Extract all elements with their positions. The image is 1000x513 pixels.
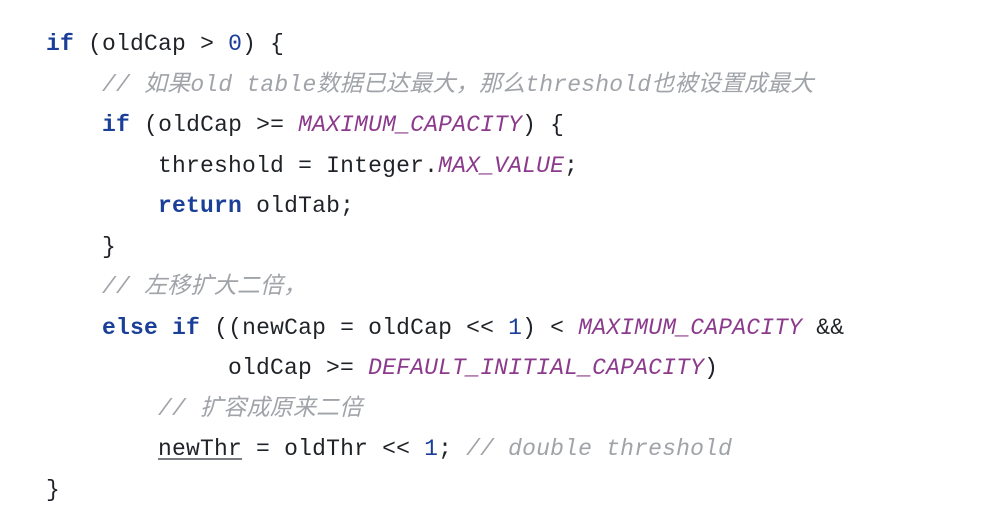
code-token: // 扩容成原来二倍 <box>158 396 362 422</box>
code-token: // 如果old table数据已达最大，那么threshold也被设置成最大 <box>102 72 814 98</box>
code-token: = <box>326 315 368 341</box>
code-token: ( <box>88 31 102 57</box>
code-token: << <box>452 315 508 341</box>
code-token: { <box>256 31 284 57</box>
code-token: = <box>242 436 284 462</box>
code-token: << <box>368 436 424 462</box>
code-line: newThr = oldThr << 1; // double threshol… <box>46 436 732 462</box>
code-token: if <box>102 112 130 138</box>
code-token: = <box>284 153 326 179</box>
code-token: Integer <box>326 153 424 179</box>
code-token: oldCap <box>368 315 452 341</box>
code-line: if (oldCap > 0) { <box>46 31 284 57</box>
code-token: ; <box>564 153 578 179</box>
code-token: // 左移扩大二倍， <box>102 274 306 300</box>
code-token: && <box>802 315 844 341</box>
code-token: threshold <box>158 153 284 179</box>
code-token: // double threshold <box>466 436 732 462</box>
code-line: } <box>46 234 116 260</box>
code-token: } <box>102 234 116 260</box>
code-line: oldCap >= DEFAULT_INITIAL_CAPACITY) <box>46 355 718 381</box>
code-line: if (oldCap >= MAXIMUM_CAPACITY) { <box>46 112 564 138</box>
code-token: 0 <box>228 31 242 57</box>
code-token: >= <box>312 355 368 381</box>
code-token: newThr <box>158 436 242 462</box>
code-token: MAXIMUM_CAPACITY <box>298 112 522 138</box>
code-token: else if <box>102 315 200 341</box>
code-token: if <box>46 31 74 57</box>
code-token: newCap <box>242 315 326 341</box>
code-token <box>242 193 256 219</box>
code-token: ) <box>704 355 718 381</box>
code-line: return oldTab; <box>46 193 354 219</box>
code-line: // 扩容成原来二倍 <box>46 396 362 422</box>
code-token: < <box>536 315 578 341</box>
code-block: if (oldCap > 0) { // 如果old table数据已达最大，那… <box>0 0 1000 510</box>
code-token: DEFAULT_INITIAL_CAPACITY <box>368 355 704 381</box>
code-token: >= <box>242 112 298 138</box>
code-token <box>130 112 144 138</box>
code-token: 1 <box>508 315 522 341</box>
code-token: ; <box>438 436 466 462</box>
code-token: { <box>536 112 564 138</box>
code-line: // 如果old table数据已达最大，那么threshold也被设置成最大 <box>46 72 814 98</box>
code-token: ) <box>242 31 256 57</box>
code-token: oldCap <box>228 355 312 381</box>
code-token: MAXIMUM_CAPACITY <box>578 315 802 341</box>
code-token: ( <box>144 112 158 138</box>
code-token: MAX_VALUE <box>438 153 564 179</box>
code-token: oldThr <box>284 436 368 462</box>
code-token: ) <box>522 315 536 341</box>
code-token: oldCap <box>102 31 186 57</box>
code-line: else if ((newCap = oldCap << 1) < MAXIMU… <box>46 315 844 341</box>
code-token <box>74 31 88 57</box>
code-line: threshold = Integer.MAX_VALUE; <box>46 153 578 179</box>
code-token: oldCap <box>158 112 242 138</box>
code-token: (( <box>214 315 242 341</box>
code-token: ; <box>340 193 354 219</box>
code-token: 1 <box>424 436 438 462</box>
code-token <box>200 315 214 341</box>
code-token: oldTab <box>256 193 340 219</box>
code-token: return <box>158 193 242 219</box>
code-token: ) <box>522 112 536 138</box>
code-token: . <box>424 153 438 179</box>
code-token: } <box>46 477 60 503</box>
code-line: } <box>46 477 60 503</box>
code-token: > <box>186 31 228 57</box>
code-line: // 左移扩大二倍， <box>46 274 306 300</box>
